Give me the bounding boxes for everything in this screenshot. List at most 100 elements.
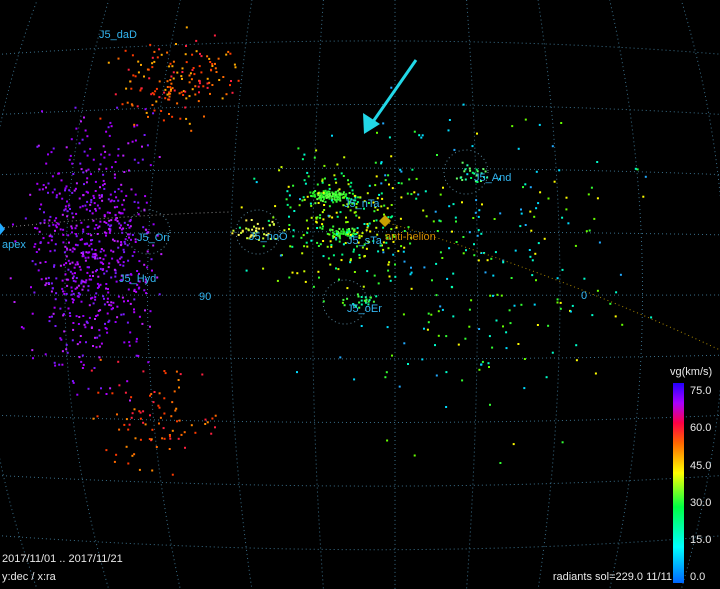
radiant-point	[184, 53, 187, 56]
radiant-point	[128, 423, 131, 426]
radiant-point	[455, 241, 458, 243]
radiant-point	[117, 188, 120, 191]
radiant-point	[279, 254, 282, 257]
radiant-point	[317, 202, 320, 204]
radiant-point	[106, 331, 109, 334]
radiant-point	[153, 60, 156, 63]
radiant-point	[410, 266, 412, 269]
radiant-point	[66, 215, 69, 218]
radiant-point	[137, 354, 140, 357]
radiant-point	[44, 284, 47, 287]
radiant-point	[83, 116, 85, 119]
radiant-point	[316, 183, 319, 186]
radiant-point	[500, 294, 503, 297]
radiant-point	[71, 277, 74, 280]
radiant-point	[448, 247, 451, 250]
grid-meridian	[0, 0, 38, 589]
radiant-point	[105, 222, 108, 224]
radiant-point	[99, 220, 102, 223]
radiant-point	[120, 183, 123, 186]
radiant-point	[335, 232, 338, 235]
radiant-point	[411, 168, 414, 171]
shower-label: J5_nTa	[344, 198, 380, 210]
radiant-point	[121, 296, 124, 299]
radiant-point	[103, 220, 106, 223]
radiant-point	[313, 156, 316, 159]
radiant-point	[369, 230, 372, 233]
radiant-point	[65, 146, 68, 149]
radiant-point	[407, 226, 410, 229]
radiant-point	[69, 270, 72, 273]
radiant-point	[158, 48, 161, 51]
radiant-point	[201, 373, 204, 376]
radiant-point	[49, 250, 52, 253]
radiant-point	[276, 279, 279, 282]
radiant-point	[466, 173, 469, 176]
grid-parallel	[0, 40, 720, 55]
radiant-point	[100, 153, 103, 156]
radiant-point	[596, 161, 599, 163]
radiant-point	[240, 231, 243, 234]
radiant-point	[356, 293, 359, 296]
radiant-point	[222, 76, 225, 78]
radiant-point	[74, 227, 77, 230]
radiant-point	[156, 56, 159, 59]
radiant-point	[390, 86, 393, 89]
radiant-point	[593, 217, 596, 220]
radiant-point	[315, 217, 318, 220]
radiant-point	[90, 201, 93, 204]
radiant-point	[76, 263, 79, 266]
radiant-point	[303, 179, 306, 182]
radiant-point	[206, 77, 209, 80]
radiant-point	[310, 204, 313, 207]
radiant-point	[90, 234, 93, 237]
radiant-point	[537, 202, 540, 205]
radiant-point	[98, 197, 101, 199]
radiant-point	[68, 158, 71, 161]
radiant-point	[147, 115, 149, 118]
radiant-point	[96, 336, 99, 339]
radiant-point	[289, 245, 292, 248]
radiant-point	[80, 282, 83, 285]
radiant-point	[360, 325, 363, 327]
radiant-point	[199, 52, 201, 55]
radiant-point	[362, 285, 365, 288]
radiant-point	[561, 441, 564, 444]
radiant-point	[73, 189, 76, 192]
radiant-point	[382, 122, 385, 125]
radiant-point	[468, 231, 471, 234]
radiant-point	[188, 81, 191, 84]
radiant-point	[144, 423, 147, 426]
radiant-point	[89, 147, 92, 150]
radiant-point	[62, 314, 65, 317]
colorbar-tick: 15.0	[690, 534, 712, 546]
radiant-point	[421, 358, 424, 361]
radiant-point	[80, 221, 83, 224]
radiant-point	[107, 291, 110, 294]
radiant-point	[98, 168, 101, 171]
coordinate-grid	[0, 0, 720, 589]
radiant-point	[91, 212, 94, 215]
radiant-point	[307, 227, 309, 230]
radiant-point	[307, 175, 310, 178]
radiant-point	[451, 230, 453, 233]
radiant-point	[32, 357, 34, 360]
radiant-point	[349, 261, 352, 264]
radiant-point	[240, 206, 243, 209]
radiant-point	[100, 387, 102, 390]
radiant-point	[108, 153, 111, 156]
radiant-point	[133, 453, 136, 456]
radiant-point	[184, 90, 187, 93]
radiant-point	[74, 287, 77, 290]
radiant-point	[321, 211, 324, 214]
radiant-point	[12, 223, 14, 226]
radiant-point	[55, 196, 58, 199]
radiant-point	[381, 197, 384, 200]
radiant-point	[116, 316, 119, 319]
radiant-point	[177, 379, 180, 381]
radiant-point	[368, 222, 371, 225]
radiant-point	[319, 198, 322, 201]
radiant-point	[62, 241, 65, 244]
radiant-point	[82, 280, 85, 283]
radiant-point	[143, 263, 146, 266]
